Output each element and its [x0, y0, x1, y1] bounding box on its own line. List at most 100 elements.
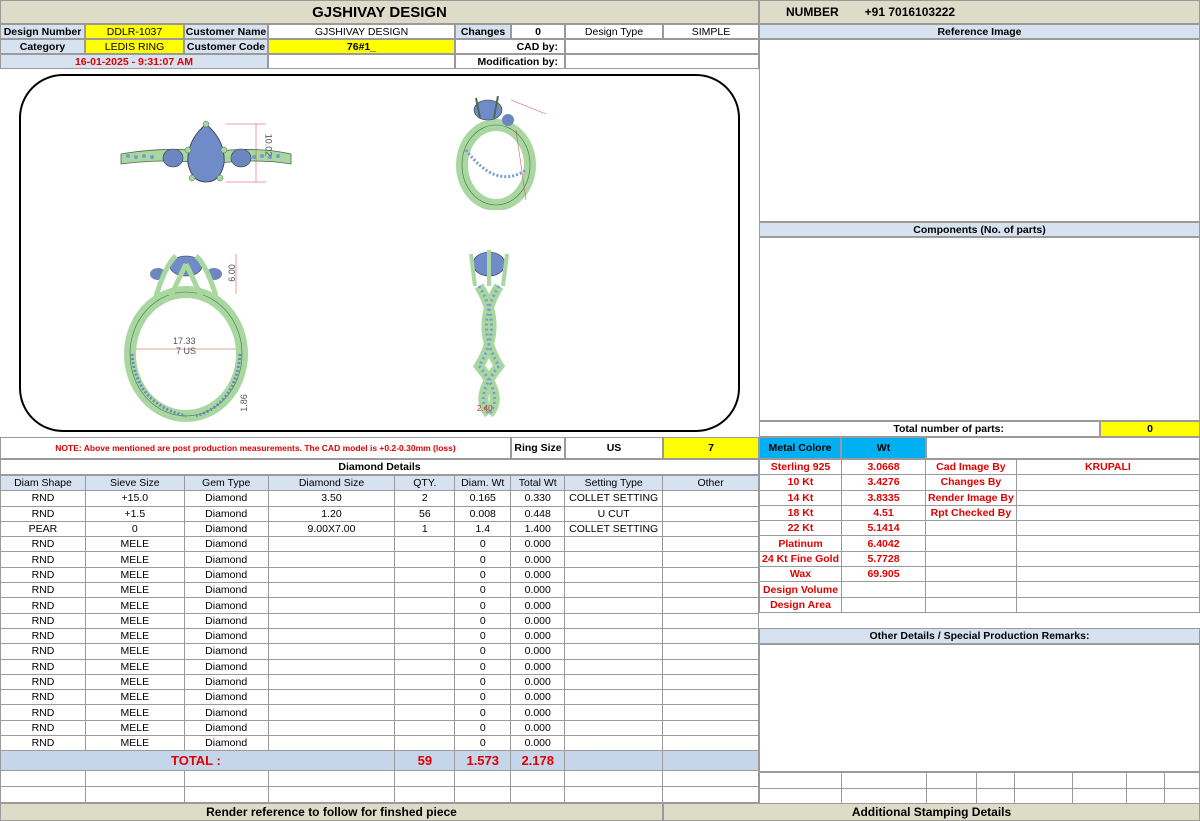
diamond-cell: Diamond: [183, 704, 269, 721]
diamond-row: RND +15.0 Diamond 3.50 2 0.165 0.330 COLLET SET…: [0, 490, 759, 507]
total-qty: 59: [394, 750, 456, 772]
diamond-cell: [267, 689, 396, 706]
diamond-cell: 0.000: [510, 735, 566, 752]
blank-row: [0, 786, 759, 804]
diamond-cell: MELE: [84, 658, 185, 675]
metal-name: 24 Kt Fine Gold: [758, 550, 843, 568]
metal-row: Wax 69.905: [758, 566, 1200, 583]
diamond-cell: 0: [454, 566, 512, 584]
diamond-cell: [662, 704, 759, 721]
metal-name: 10 Kt: [758, 474, 843, 491]
diamond-cell: 0.000: [510, 536, 566, 553]
credit-label: Changes By: [925, 474, 1017, 491]
changes-value: 0: [511, 24, 565, 39]
diamond-column-header: Other: [662, 474, 759, 492]
diamond-cell: 0.000: [510, 704, 566, 721]
diamond-cell: U CUT: [564, 505, 664, 522]
diamond-cell: RND: [0, 490, 86, 507]
diamond-cell: Diamond: [183, 536, 269, 553]
diamond-column-header: Diam Shape: [0, 474, 86, 492]
diamond-cell: [564, 582, 664, 599]
diamond-row: PEAR 0 Diamond 9.00X7.00 1 1.4 1.400 COLLET SET…: [0, 520, 759, 538]
cad-by-label: CAD by:: [455, 39, 565, 54]
diamond-cell: [267, 704, 396, 721]
diamond-row: RND MELE Diamond 0 0.000: [0, 719, 759, 737]
metal-name: Platinum: [758, 535, 843, 552]
diamond-row: RND MELE Diamond 0 0.000: [0, 673, 759, 691]
ring-render-perspective: [456, 95, 547, 210]
credit-label: [925, 566, 1017, 583]
diamond-cell: [662, 566, 759, 584]
metal-weight: [841, 596, 927, 613]
diamond-cell: MELE: [84, 719, 185, 737]
diamond-cell: 1.4: [454, 520, 512, 538]
diamond-cell: RND: [0, 566, 86, 584]
diamond-cell: [564, 566, 664, 584]
diamond-cell: 0: [454, 582, 512, 599]
metal-weight: [841, 581, 927, 598]
diamond-cell: [394, 704, 456, 721]
diamond-cell: 0: [454, 719, 512, 737]
credit-value: [1015, 596, 1200, 613]
category-label: Category: [0, 39, 85, 54]
diamond-cell: [564, 658, 664, 675]
design-type-value: SIMPLE: [663, 24, 759, 39]
diamond-row: RND MELE Diamond 0 0.000: [0, 704, 759, 721]
diamond-cell: MELE: [84, 566, 185, 584]
diamond-cell: 3.50: [267, 490, 396, 507]
credit-label: [925, 535, 1017, 552]
diamond-cell: [662, 627, 759, 645]
blank-row: [0, 770, 759, 788]
total-parts-label: Total number of parts:: [759, 421, 1100, 437]
diamond-cell: MELE: [84, 582, 185, 599]
diamond-cell: 0.165: [454, 490, 512, 507]
diamond-cell: [564, 689, 664, 706]
changes-label: Changes: [455, 24, 511, 39]
diamond-column-header: Gem Type: [183, 474, 269, 492]
diamond-cell: [662, 490, 759, 507]
diamond-cell: 0: [454, 658, 512, 675]
diamond-cell: [267, 719, 396, 737]
diamond-details-table: Diam Shape Sieve Size Gem Type Diamond Size…: [0, 474, 759, 804]
diamond-cell: RND: [0, 735, 86, 752]
credit-label: Cad Image By: [925, 458, 1017, 476]
diamond-column-header: Diam. Wt: [454, 474, 512, 492]
diamond-cell: 0.000: [510, 551, 566, 568]
diamond-cell: [662, 735, 759, 752]
diamond-cell: [564, 673, 664, 691]
diamond-row: RND MELE Diamond 0 0.000: [0, 566, 759, 584]
diamond-cell: 0: [84, 520, 185, 538]
credit-value: [1015, 535, 1200, 552]
diamond-cell: [267, 673, 396, 691]
diamond-cell: 1.20: [267, 505, 396, 522]
diamond-cell: [564, 612, 664, 629]
customer-name-label: Customer Name: [184, 24, 268, 39]
diamond-cell: RND: [0, 627, 86, 645]
diamond-cell: 0: [454, 673, 512, 691]
metal-weight: 5.7728: [841, 550, 927, 568]
diamond-cell: RND: [0, 505, 86, 522]
diamond-cell: RND: [0, 597, 86, 614]
ring-size-label: Ring Size: [511, 437, 565, 459]
credit-value: [1015, 489, 1200, 506]
metal-header-blank: [926, 437, 1200, 459]
diamond-cell: MELE: [84, 735, 185, 752]
credit-label: [925, 581, 1017, 598]
diamond-cell: [394, 536, 456, 553]
credit-value: [1015, 550, 1200, 568]
credit-value: [1015, 581, 1200, 598]
diamond-cell: Diamond: [183, 719, 269, 737]
diamond-cell: [267, 597, 396, 614]
diamond-cell: 2: [394, 490, 456, 507]
diamond-cell: 0: [454, 643, 512, 660]
total-spacer: [662, 750, 759, 772]
diamond-cell: [662, 536, 759, 553]
diamond-cell: RND: [0, 704, 86, 721]
diamond-cell: Diamond: [183, 627, 269, 645]
metal-row: 10 Kt 3.4276 Changes By: [758, 474, 1200, 491]
diamond-cell: Diamond: [183, 673, 269, 691]
metal-row: Sterling 925 3.0668 Cad Image By KRUPALI: [758, 458, 1200, 476]
diamond-cell: MELE: [84, 627, 185, 645]
design-number-label: Design Number: [0, 24, 85, 39]
diamond-cell: [564, 643, 664, 660]
